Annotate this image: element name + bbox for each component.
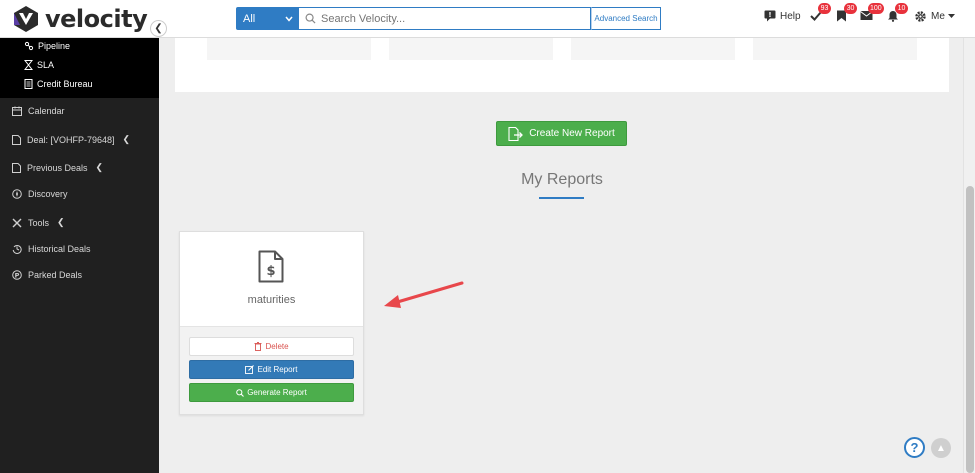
invoice-dollar-icon: $ xyxy=(258,250,284,283)
sidebar-item-label: SLA xyxy=(37,60,55,70)
report-card-actions: Delete Edit Report Generate Report xyxy=(180,326,363,414)
calendar-icon xyxy=(12,106,22,116)
generate-report-button[interactable]: Generate Report xyxy=(189,383,354,402)
create-new-report-button[interactable]: Create New Report xyxy=(496,121,627,146)
chevron-left-icon: ❮ xyxy=(57,217,65,227)
file-icon xyxy=(12,134,21,145)
app-logo[interactable]: velocity xyxy=(12,5,148,33)
messages-button[interactable]: 100 xyxy=(860,3,884,21)
sidebar-item-label: Historical Deals xyxy=(28,244,91,254)
annotation-arrow-icon xyxy=(384,281,464,308)
edit-report-button[interactable]: Edit Report xyxy=(189,360,354,379)
history-icon xyxy=(12,244,22,254)
compass-icon xyxy=(12,189,22,199)
help-button[interactable]: ! Help xyxy=(764,10,801,22)
edit-label: Edit Report xyxy=(257,365,298,374)
sidebar-item-label: Tools xyxy=(28,217,50,228)
sidebar-item-tools[interactable]: Tools ❮ xyxy=(12,217,65,228)
search-icon xyxy=(236,388,245,397)
bookmarks-badge: 30 xyxy=(844,3,857,14)
generate-label: Generate Report xyxy=(247,388,307,397)
top-bar: velocity All Advanced Search ! Help 93 3… xyxy=(0,0,975,38)
parking-icon: P xyxy=(12,270,22,280)
sidebar-item-label: Calendar xyxy=(28,106,65,116)
stats-panel xyxy=(175,38,949,92)
sidebar-item-sla[interactable]: SLA xyxy=(24,60,54,70)
file-export-icon xyxy=(508,126,524,141)
title-underline xyxy=(539,197,584,199)
app-name: velocity xyxy=(45,5,148,33)
gear-icon xyxy=(915,11,926,22)
help-chat-icon: ! xyxy=(764,10,776,22)
sidebar-collapse-button[interactable]: ❮ xyxy=(150,20,167,37)
sidebar-item-credit-bureau[interactable]: Credit Bureau xyxy=(24,79,93,89)
search-icon xyxy=(305,13,316,24)
svg-text:$: $ xyxy=(266,264,275,279)
delete-label: Delete xyxy=(265,342,289,351)
sidebar-item-label: Parked Deals xyxy=(28,270,83,280)
section-title: My Reports xyxy=(521,171,603,188)
svg-text:P: P xyxy=(15,271,20,279)
chevron-left-icon: ❮ xyxy=(122,134,131,144)
pipeline-icon xyxy=(24,41,34,51)
bookmarks-button[interactable]: 30 xyxy=(836,3,857,22)
stat-card xyxy=(753,38,917,60)
stat-card xyxy=(389,38,553,60)
sidebar-item-pipeline[interactable]: Pipeline xyxy=(24,41,70,51)
search-input[interactable] xyxy=(321,12,581,25)
chevron-left-icon: ❮ xyxy=(95,162,104,172)
user-label: Me xyxy=(931,11,945,22)
caret-down-icon xyxy=(947,14,955,18)
messages-badge: 100 xyxy=(868,3,884,14)
advanced-search-button[interactable]: Advanced Search xyxy=(591,7,661,30)
sidebar-item-deal[interactable]: Deal: [VOHFP-79648] ❮ xyxy=(12,134,130,145)
sidebar-item-label: Pipeline xyxy=(38,41,71,51)
tasks-badge: 93 xyxy=(818,3,831,14)
search-bar: All Advanced Search xyxy=(236,7,661,30)
document-icon xyxy=(24,79,33,89)
sidebar-item-calendar[interactable]: Calendar xyxy=(12,106,65,116)
svg-text:!: ! xyxy=(768,11,771,19)
file-icon xyxy=(12,162,21,173)
sidebar-item-previous-deals[interactable]: Previous Deals ❮ xyxy=(12,162,103,173)
sidebar-item-parked-deals[interactable]: P Parked Deals xyxy=(12,270,82,280)
sidebar-item-discovery[interactable]: Discovery xyxy=(12,189,68,199)
alerts-button[interactable]: 10 xyxy=(887,3,908,22)
sidebar-item-label: Previous Deals xyxy=(27,162,88,173)
scroll-to-top-button[interactable]: ▲ xyxy=(931,438,951,458)
sidebar: Pipeline SLA Credit Bureau Calendar Deal… xyxy=(0,38,159,473)
sidebar-item-historical-deals[interactable]: Historical Deals xyxy=(12,244,91,254)
delete-report-button[interactable]: Delete xyxy=(189,337,354,356)
report-card: $ maturities Delete Edit Report Generate… xyxy=(179,231,364,415)
create-new-report-label: Create New Report xyxy=(529,128,615,139)
stat-card xyxy=(571,38,735,60)
stat-card xyxy=(207,38,371,60)
help-question-icon[interactable]: ? xyxy=(904,437,925,458)
sidebar-subnav: Pipeline SLA Credit Bureau xyxy=(0,38,159,98)
trash-icon xyxy=(254,342,262,351)
sidebar-item-label: Credit Bureau xyxy=(37,79,93,89)
search-scope-value: All xyxy=(243,12,256,25)
user-menu[interactable]: Me xyxy=(914,10,955,23)
report-name: maturities xyxy=(247,294,296,306)
hourglass-icon xyxy=(24,60,33,70)
search-scope-select[interactable]: All xyxy=(236,7,299,30)
edit-icon xyxy=(245,365,255,374)
search-input-box xyxy=(299,7,591,30)
scrollbar-thumb[interactable] xyxy=(966,186,974,473)
chevron-down-icon xyxy=(285,16,293,22)
page-scrollbar[interactable] xyxy=(963,38,975,473)
sidebar-item-label: Discovery xyxy=(28,189,68,199)
tasks-button[interactable]: 93 xyxy=(810,3,831,22)
report-card-header: $ maturities xyxy=(180,232,363,326)
alerts-badge: 10 xyxy=(895,3,908,14)
velocity-logo-icon xyxy=(14,6,38,32)
sidebar-item-label: Deal: [VOHFP-79648] xyxy=(27,134,115,145)
tools-icon xyxy=(12,218,22,227)
help-label: Help xyxy=(780,10,801,22)
